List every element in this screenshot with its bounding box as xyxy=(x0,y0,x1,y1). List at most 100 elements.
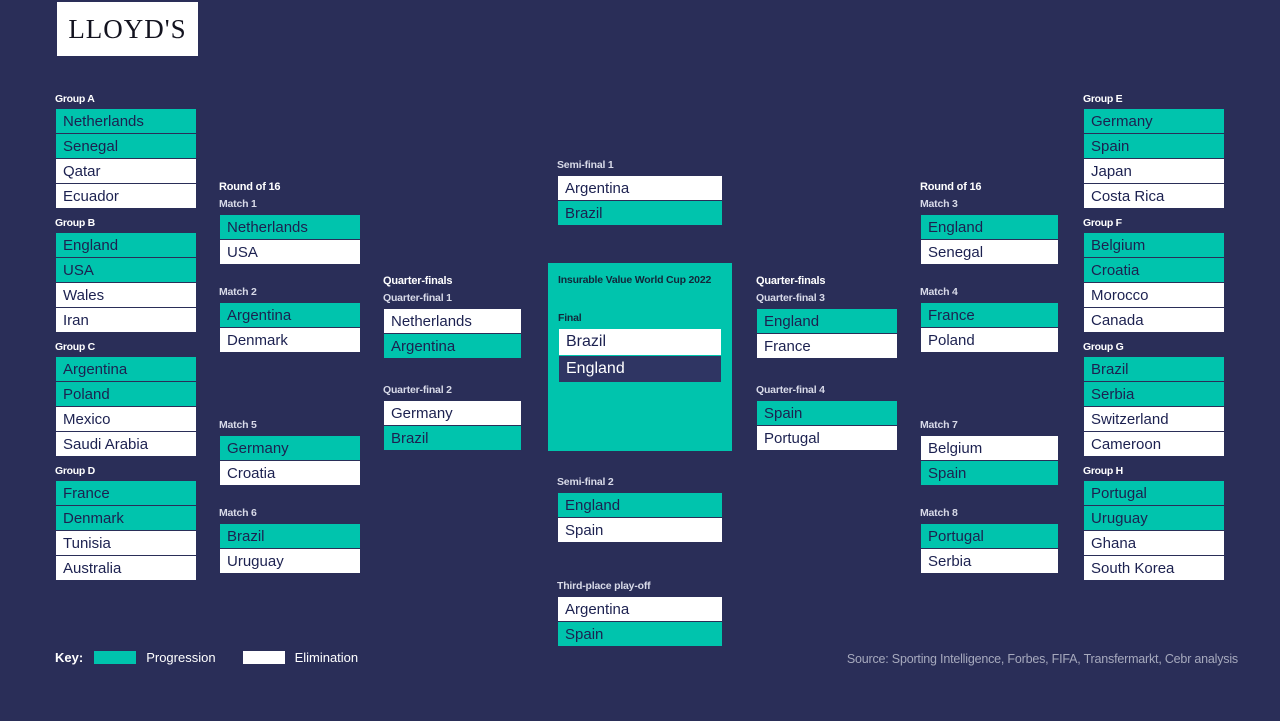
team-cell: Spain xyxy=(557,621,723,647)
team-cell: Uruguay xyxy=(1083,505,1225,531)
final-panel-title: Insurable Value World Cup 2022 xyxy=(558,274,712,286)
match-label: Match 4 xyxy=(920,286,958,298)
lloyds-logo: LLOYD'S xyxy=(55,0,200,58)
match-block: Semi-final 1 Argentina Brazil xyxy=(557,159,723,226)
team-cell: Portugal xyxy=(1083,480,1225,506)
team-cell: Croatia xyxy=(219,460,361,486)
bracket-infographic: LLOYD'S Group A Netherlands Senegal Qatar Ec… xyxy=(0,0,1280,721)
team-cell: Poland xyxy=(920,327,1059,353)
key-legend: Key: Progression Elimination xyxy=(55,650,358,665)
team-cell: Uruguay xyxy=(219,548,361,574)
team-cell: Portugal xyxy=(920,523,1059,549)
progression-swatch xyxy=(93,650,138,665)
match-label: Match 7 xyxy=(920,419,958,431)
match-block: Match 7 Belgium Spain xyxy=(920,419,1059,486)
group-title: Group C xyxy=(55,341,95,353)
group-title: Group H xyxy=(1083,465,1123,477)
team-cell: Brazil xyxy=(383,425,522,451)
team-cell: Poland xyxy=(55,381,197,407)
team-cell: Belgium xyxy=(920,435,1059,461)
team-cell: Brazil xyxy=(557,200,723,226)
match-block: Third-place play-off Argentina Spain xyxy=(557,580,723,647)
team-cell: Croatia xyxy=(1083,257,1225,283)
match-block: Quarter-final 4 Spain Portugal xyxy=(756,384,898,451)
match-block: Match 6 Brazil Uruguay xyxy=(219,507,361,574)
third-place-playoff: Third-place play-off Argentina Spain xyxy=(557,580,723,664)
team-cell: Canada xyxy=(1083,307,1225,333)
source-note: Source: Sporting Intelligence, Forbes, F… xyxy=(846,652,1238,666)
team-cell: South Korea xyxy=(1083,555,1225,581)
match-label: Quarter-final 1 xyxy=(383,292,452,304)
team-cell: Germany xyxy=(383,400,522,426)
group-title: Group F xyxy=(1083,217,1122,229)
match-block: Quarter-final 3 England France xyxy=(756,292,898,359)
match-label: Semi-final 2 xyxy=(557,476,614,488)
match-label: Match 1 xyxy=(219,198,257,210)
match-block: Match 4 France Poland xyxy=(920,286,1059,353)
match-block: Quarter-final 2 Germany Brazil xyxy=(383,384,522,451)
group-block: Group F Belgium Croatia Morocco Canada xyxy=(1083,217,1225,333)
stage-title: Round of 16 xyxy=(920,181,982,193)
team-cell: Serbia xyxy=(920,548,1059,574)
team-cell: England xyxy=(557,492,723,518)
team-cell: Mexico xyxy=(55,406,197,432)
team-cell: Denmark xyxy=(55,505,197,531)
team-cell: Belgium xyxy=(1083,232,1225,258)
match-block: Quarter-final 1 Netherlands Argentina xyxy=(383,292,522,359)
elimination-swatch xyxy=(241,650,286,665)
final-panel: Insurable Value World Cup 2022 Final Braz… xyxy=(548,263,732,451)
team-cell: Brazil xyxy=(558,328,722,356)
match-label: Quarter-final 2 xyxy=(383,384,452,396)
team-cell: Germany xyxy=(1083,108,1225,134)
team-cell: England xyxy=(558,355,722,383)
group-title: Group B xyxy=(55,217,95,229)
group-title: Group E xyxy=(1083,93,1123,105)
team-cell: Netherlands xyxy=(219,214,361,240)
team-cell: Switzerland xyxy=(1083,406,1225,432)
match-block: Final Brazil England xyxy=(558,312,722,383)
group-block: Group B England USA Wales Iran xyxy=(55,217,197,333)
match-block: Match 1 Netherlands USA xyxy=(219,198,361,265)
match-block: Match 8 Portugal Serbia xyxy=(920,507,1059,574)
team-cell: Serbia xyxy=(1083,381,1225,407)
team-cell: France xyxy=(920,302,1059,328)
match-block: Match 5 Germany Croatia xyxy=(219,419,361,486)
team-cell: Portugal xyxy=(756,425,898,451)
group-title: Group G xyxy=(1083,341,1124,353)
team-cell: Argentina xyxy=(383,333,522,359)
team-cell: Argentina xyxy=(55,356,197,382)
team-cell: USA xyxy=(55,257,197,283)
match-label: Quarter-final 4 xyxy=(756,384,825,396)
match-label: Quarter-final 3 xyxy=(756,292,825,304)
team-cell: Denmark xyxy=(219,327,361,353)
match-block: Match 3 England Senegal xyxy=(920,198,1059,265)
team-cell: France xyxy=(756,333,898,359)
group-stage-right: Group E Germany Spain Japan Costa Rica Group … xyxy=(1083,93,1225,589)
group-block: Group D France Denmark Tunisia Australia xyxy=(55,465,197,581)
team-cell: Spain xyxy=(557,517,723,543)
team-cell: Tunisia xyxy=(55,530,197,556)
round-of-16-left: Round of 16 Match 1 Netherlands USA Match 2 A… xyxy=(219,181,361,574)
key-label: Key: xyxy=(55,650,84,665)
team-cell: Spain xyxy=(756,400,898,426)
group-block: Group G Brazil Serbia Switzerland Cameroon xyxy=(1083,341,1225,457)
match-label: Match 3 xyxy=(920,198,958,210)
group-title: Group D xyxy=(55,465,95,477)
match-block: Match 2 Argentina Denmark xyxy=(219,286,361,353)
team-cell: Netherlands xyxy=(55,108,197,134)
match-label: Third-place play-off xyxy=(557,580,651,592)
team-cell: Brazil xyxy=(1083,356,1225,382)
team-cell: Australia xyxy=(55,555,197,581)
progression-label: Progression xyxy=(146,650,216,665)
stage-title: Quarter-finals xyxy=(383,275,453,287)
team-cell: Senegal xyxy=(55,133,197,159)
semi-final-1: Semi-final 1 Argentina Brazil xyxy=(557,159,723,243)
logo-text: LLOYD'S xyxy=(68,13,187,44)
team-cell: Ecuador xyxy=(55,183,197,209)
final-match: Final Brazil England xyxy=(558,312,722,383)
match-label: Match 8 xyxy=(920,507,958,519)
group-block: Group E Germany Spain Japan Costa Rica xyxy=(1083,93,1225,209)
group-block: Group H Portugal Uruguay Ghana South Korea xyxy=(1083,465,1225,581)
match-block: Semi-final 2 England Spain xyxy=(557,476,723,543)
match-label: Match 5 xyxy=(219,419,257,431)
